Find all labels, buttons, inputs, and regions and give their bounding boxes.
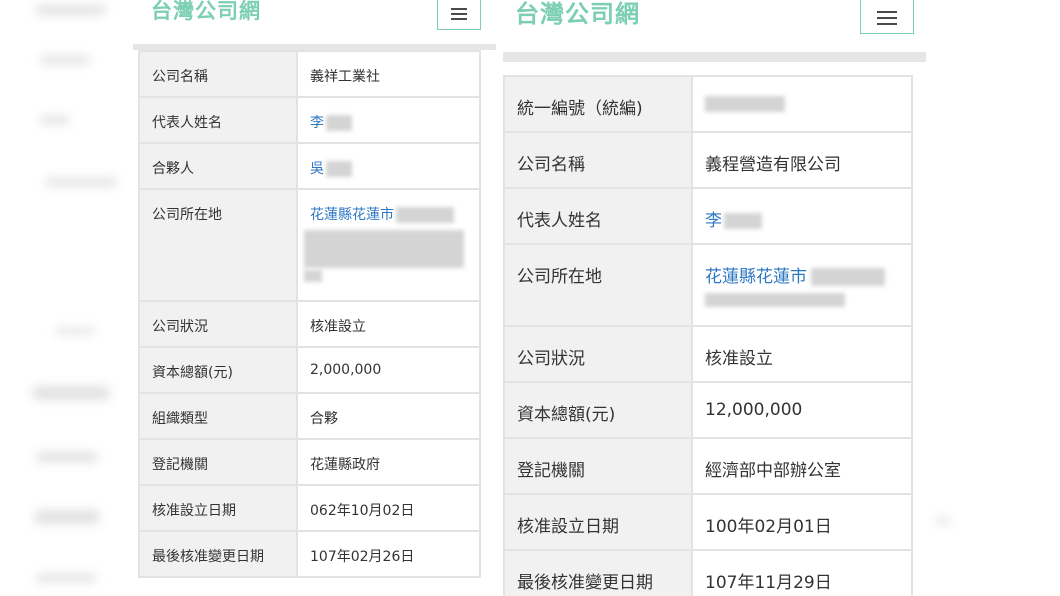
row-label: 代表人姓名 [138,96,298,144]
row-label: 公司所在地 [138,188,298,302]
row-label: 最後核准變更日期 [138,530,298,578]
row-label: 核准設立日期 [138,484,298,532]
row-value: 062年10月02日 [296,484,481,532]
redacted-blur [705,96,785,112]
redacted-blur [811,268,885,286]
site-logo[interactable]: 台灣公司網 [515,0,640,29]
row-label: 登記機關 [503,437,693,495]
row-value: 107年11月29日 [691,549,913,596]
table-row: 代表人姓名 李 [503,187,913,245]
header-divider [503,52,926,62]
row-label: 資本總額(元) [138,346,298,394]
row-value: 合夥 [296,392,481,440]
table-row: 最後核准變更日期 107年11月29日 [503,549,913,596]
row-label: 公司名稱 [503,131,693,189]
row-label: 登記機關 [138,438,298,486]
row-label: 統一編號（統編) [503,75,693,133]
partner-link[interactable]: 吳 [296,142,481,190]
row-label: 公司名稱 [138,50,298,98]
table-row: 公司所在地 花蓮縣花蓮市 [503,243,913,327]
row-value: 核准設立 [296,300,481,348]
table-row: 公司名稱 義程營造有限公司 [503,131,913,189]
row-value: 107年02月26日 [296,530,481,578]
table-row: 登記機關 經濟部中部辦公室 [503,437,913,495]
row-value: 花蓮縣政府 [296,438,481,486]
row-value: 義程營造有限公司 [691,131,913,189]
table-row: 代表人姓名 李 [138,96,481,144]
hamburger-menu-icon[interactable] [437,0,481,30]
right-screenshot: 台灣公司網 統一編號（統編) 公司名稱 義程營造有限公司 代表人姓名 李 公司所… [503,0,926,596]
table-row: 公司所在地 花蓮縣花蓮市 [138,188,481,302]
site-logo[interactable]: 台灣公司網 [151,0,261,25]
row-label: 資本總額(元) [503,381,693,439]
redacted-blur [396,207,454,223]
company-info-table: 公司名稱 義祥工業社 代表人姓名 李 合夥人 吳 公司所在地 花蓮縣花蓮市 公司… [138,50,481,578]
row-value: 義祥工業社 [296,50,481,98]
table-row: 公司狀況 核准設立 [138,300,481,348]
row-label: 合夥人 [138,142,298,190]
row-label: 公司狀況 [138,300,298,348]
row-value: 經濟部中部辦公室 [691,437,913,495]
table-row: 資本總額(元) 12,000,000 [503,381,913,439]
address-link[interactable]: 花蓮縣花蓮市 [691,243,913,327]
table-row: 統一編號（統編) [503,75,913,133]
redacted-blur [326,161,352,177]
row-label: 核准設立日期 [503,493,693,551]
row-label: 代表人姓名 [503,187,693,245]
row-label: 公司所在地 [503,243,693,327]
row-label: 組織類型 [138,392,298,440]
hamburger-menu-icon[interactable] [860,0,914,34]
row-label: 公司狀況 [503,325,693,383]
table-row: 公司名稱 義祥工業社 [138,50,481,98]
row-value: 12,000,000 [691,381,913,439]
representative-link[interactable]: 李 [296,96,481,144]
representative-link[interactable]: 李 [691,187,913,245]
table-row: 組織類型 合夥 [138,392,481,440]
table-row: 公司狀況 核准設立 [503,325,913,383]
redacted-blur [304,270,322,282]
redacted-blur [304,230,464,268]
row-value: 核准設立 [691,325,913,383]
table-row: 核准設立日期 062年10月02日 [138,484,481,532]
table-row: 登記機關 花蓮縣政府 [138,438,481,486]
site-header: 台灣公司網 [133,0,496,46]
row-value: 100年02月01日 [691,493,913,551]
redacted-blur [705,293,845,307]
table-row: 最後核准變更日期 107年02月26日 [138,530,481,578]
left-screenshot: 台灣公司網 公司名稱 義祥工業社 代表人姓名 李 合夥人 吳 公司所在地 花蓮縣… [133,0,496,596]
row-label: 最後核准變更日期 [503,549,693,596]
company-info-table: 統一編號（統編) 公司名稱 義程營造有限公司 代表人姓名 李 公司所在地 花蓮縣… [503,75,913,596]
row-value: 2,000,000 [296,346,481,394]
table-row: 核准設立日期 100年02月01日 [503,493,913,551]
table-row: 資本總額(元) 2,000,000 [138,346,481,394]
address-link[interactable]: 花蓮縣花蓮市 [296,188,481,302]
tax-id-value [691,75,913,133]
redacted-blur [326,115,352,131]
site-header: 台灣公司網 [503,0,926,46]
table-row: 合夥人 吳 [138,142,481,190]
redacted-blur [724,213,762,229]
